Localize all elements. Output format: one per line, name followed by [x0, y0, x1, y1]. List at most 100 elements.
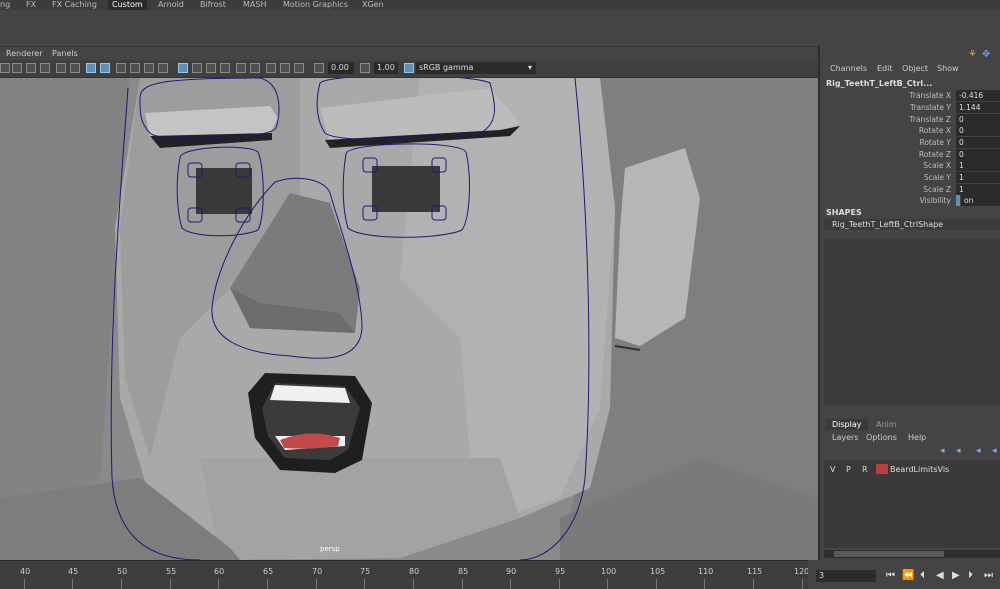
- layer-visibility-toggle[interactable]: V: [830, 465, 835, 474]
- object-menu[interactable]: Object: [902, 64, 928, 73]
- shaded-icon[interactable]: [86, 63, 96, 73]
- attr-label-rotate-z[interactable]: Rotate Z: [820, 150, 951, 159]
- layer-row[interactable]: V P R BeardLimitsVis: [824, 460, 1000, 474]
- attr-label-scale-z[interactable]: Scale Z: [820, 185, 951, 194]
- go-to-start-icon[interactable]: ⏮: [886, 570, 895, 582]
- safe-area-icon[interactable]: [294, 63, 304, 73]
- resolution-gate-icon[interactable]: [266, 63, 276, 73]
- motion-blur-icon[interactable]: [220, 63, 230, 73]
- layer-color-swatch[interactable]: [876, 464, 888, 474]
- 3d-viewport[interactable]: [0, 78, 818, 560]
- panels-menu[interactable]: Panels: [52, 48, 78, 60]
- textured-icon[interactable]: [116, 63, 126, 73]
- shelf-tab-motion-graphics[interactable]: Motion Graphics: [283, 0, 348, 10]
- tab-display[interactable]: Display: [826, 419, 868, 430]
- exposure-icon[interactable]: [314, 63, 324, 73]
- camera-attributes-icon[interactable]: [26, 63, 36, 73]
- shape-node-name[interactable]: Rig_TeethT_LeftB_CtrlShape: [824, 219, 1000, 230]
- attr-value-scale-y[interactable]: 1: [956, 172, 1000, 183]
- shelf-area: [0, 10, 1000, 47]
- shelf-tab-custom[interactable]: Custom: [108, 0, 147, 10]
- new-layer-selected-icon[interactable]: ◂: [992, 446, 997, 456]
- time-tick-label: 85: [458, 567, 469, 576]
- shelf-tab-ng[interactable]: ng: [0, 0, 10, 10]
- image-plane-icon[interactable]: [56, 63, 66, 73]
- channels-menu[interactable]: Channels: [830, 64, 867, 73]
- show-menu[interactable]: Show: [937, 64, 959, 73]
- options-menu[interactable]: Options: [866, 433, 897, 442]
- attr-value-translate-z[interactable]: 0: [956, 114, 1000, 125]
- layer-name[interactable]: BeardLimitsVis: [890, 465, 949, 474]
- layer-scrollbar-thumb[interactable]: [834, 551, 944, 557]
- color-space-value: sRGB gamma: [419, 63, 474, 72]
- step-back-frame-icon[interactable]: ⏪: [902, 570, 914, 582]
- chevron-down-icon: ▾: [527, 63, 532, 72]
- gamma-field[interactable]: 1.00: [374, 62, 398, 74]
- shelf-tab-arnold[interactable]: Arnold: [158, 0, 184, 10]
- attr-label-scale-x[interactable]: Scale X: [820, 161, 951, 170]
- character-face-render: [0, 78, 818, 560]
- attr-value-rotate-y[interactable]: 0: [956, 137, 1000, 148]
- move-layer-up-icon[interactable]: ◂: [940, 446, 945, 456]
- gate-mask-icon[interactable]: [280, 63, 290, 73]
- shelf-tab-bifrost[interactable]: Bifrost: [200, 0, 226, 10]
- ambient-occlusion-icon[interactable]: [158, 63, 168, 73]
- attr-value-translate-x[interactable]: -0.416: [956, 90, 1000, 101]
- attr-value-rotate-z[interactable]: 0: [956, 149, 1000, 160]
- attr-label-scale-y[interactable]: Scale Y: [820, 173, 951, 182]
- isolate-select-icon[interactable]: [206, 63, 216, 73]
- current-frame-field[interactable]: 3: [816, 570, 876, 582]
- bookmark-icon[interactable]: [40, 63, 50, 73]
- attr-label-rotate-x[interactable]: Rotate X: [820, 126, 951, 135]
- lock-camera-icon[interactable]: [12, 63, 22, 73]
- step-back-key-icon[interactable]: ⏴: [920, 570, 925, 582]
- attr-value-scale-x[interactable]: 1: [956, 160, 1000, 171]
- exposure-field[interactable]: 0.00: [328, 62, 354, 74]
- attr-value-visibility[interactable]: on: [961, 195, 1000, 206]
- anti-aliasing-icon[interactable]: [236, 63, 246, 73]
- hierarchy-icon[interactable]: ⚘: [968, 49, 977, 60]
- step-forward-key-icon[interactable]: ⏵: [968, 570, 973, 582]
- xray-icon[interactable]: [178, 63, 188, 73]
- attr-value-translate-y[interactable]: 1.144: [956, 102, 1000, 113]
- tab-anim[interactable]: Anim: [870, 419, 903, 430]
- play-forwards-icon[interactable]: ▶: [952, 570, 960, 582]
- shadows-icon[interactable]: [144, 63, 154, 73]
- attr-label-rotate-y[interactable]: Rotate Y: [820, 138, 951, 147]
- shelf-tab-xgen[interactable]: XGen: [362, 0, 384, 10]
- attr-value-rotate-x[interactable]: 0: [956, 125, 1000, 136]
- depth-of-field-icon[interactable]: [250, 63, 260, 73]
- color-management-icon[interactable]: [404, 63, 414, 73]
- attr-label-translate-x[interactable]: Translate X: [820, 91, 951, 100]
- lights-icon[interactable]: [130, 63, 140, 73]
- wireframe-on-shaded-icon[interactable]: [100, 63, 110, 73]
- help-menu[interactable]: Help: [908, 433, 926, 442]
- shelf-tab-fx-caching[interactable]: FX Caching: [52, 0, 97, 10]
- layer-reference-toggle[interactable]: R: [862, 465, 868, 474]
- color-space-dropdown[interactable]: sRGB gamma ▾: [416, 62, 536, 74]
- viewport-toolbar: 0.00 1.00 sRGB gamma ▾: [0, 60, 818, 78]
- move-layer-down-icon[interactable]: ◂: [956, 446, 961, 456]
- grid-icon[interactable]: [70, 63, 80, 73]
- xray-joints-icon[interactable]: [192, 63, 202, 73]
- renderer-menu[interactable]: Renderer: [6, 48, 43, 60]
- new-layer-icon[interactable]: ◂: [976, 446, 981, 456]
- layers-menu[interactable]: Layers: [832, 433, 858, 442]
- shelf-tab-mash[interactable]: MASH: [243, 0, 266, 10]
- layer-playback-toggle[interactable]: P: [846, 465, 851, 474]
- viewport-menu-bar: Renderer Panels: [0, 48, 818, 60]
- attr-value-scale-z[interactable]: 1: [956, 184, 1000, 195]
- go-to-end-icon[interactable]: ⏭: [984, 570, 993, 582]
- select-camera-icon[interactable]: [0, 63, 10, 73]
- time-slider[interactable]: 40 45 50 55 60 65 70 75 80 85 90 95 100 …: [0, 560, 809, 589]
- move-tool-icon[interactable]: ✥: [982, 49, 990, 60]
- shelf-tab-fx[interactable]: FX: [26, 0, 36, 10]
- gamma-icon[interactable]: [360, 63, 370, 73]
- time-tick-label: 105: [650, 567, 666, 576]
- play-backwards-icon[interactable]: ◀: [936, 570, 944, 582]
- attr-label-visibility[interactable]: Visibility: [820, 196, 951, 205]
- edit-menu[interactable]: Edit: [877, 64, 893, 73]
- attr-label-translate-y[interactable]: Translate Y: [820, 103, 951, 112]
- attr-label-translate-z[interactable]: Translate Z: [820, 115, 951, 124]
- layer-scrollbar[interactable]: [824, 550, 1000, 558]
